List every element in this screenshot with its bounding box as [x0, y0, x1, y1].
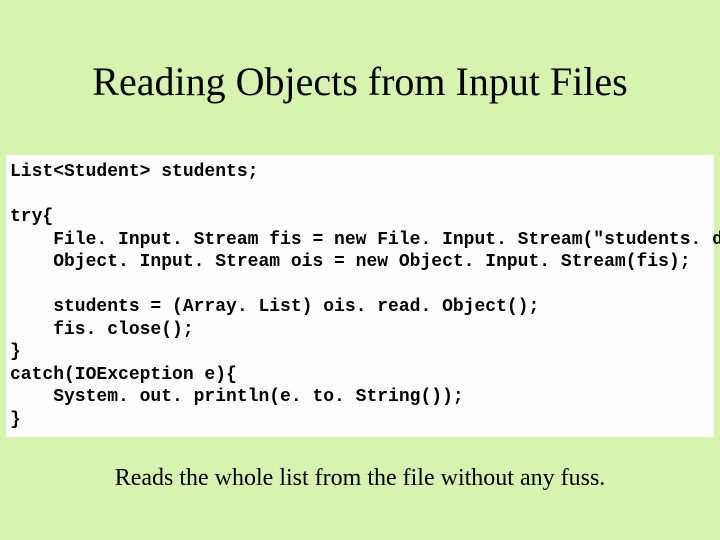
slide: Reading Objects from Input Files List<St… — [0, 0, 720, 540]
code-block: List<Student> students; try{ File. Input… — [6, 155, 714, 437]
slide-caption: Reads the whole list from the file witho… — [0, 465, 720, 492]
code-line: File. Input. Stream fis = new File. Inpu… — [10, 230, 720, 250]
code-line: List<Student> students; — [10, 162, 258, 182]
code-line: fis. close(); — [10, 320, 194, 340]
code-line: } — [10, 410, 21, 430]
code-line: Object. Input. Stream ois = new Object. … — [10, 252, 691, 272]
slide-title: Reading Objects from Input Files — [0, 0, 720, 105]
code-line: } — [10, 342, 21, 362]
code-line: System. out. println(e. to. String()); — [10, 387, 464, 407]
code-line: students = (Array. List) ois. read. Obje… — [10, 297, 539, 317]
code-line: catch(IOException e){ — [10, 365, 237, 385]
code-line: try{ — [10, 207, 53, 227]
